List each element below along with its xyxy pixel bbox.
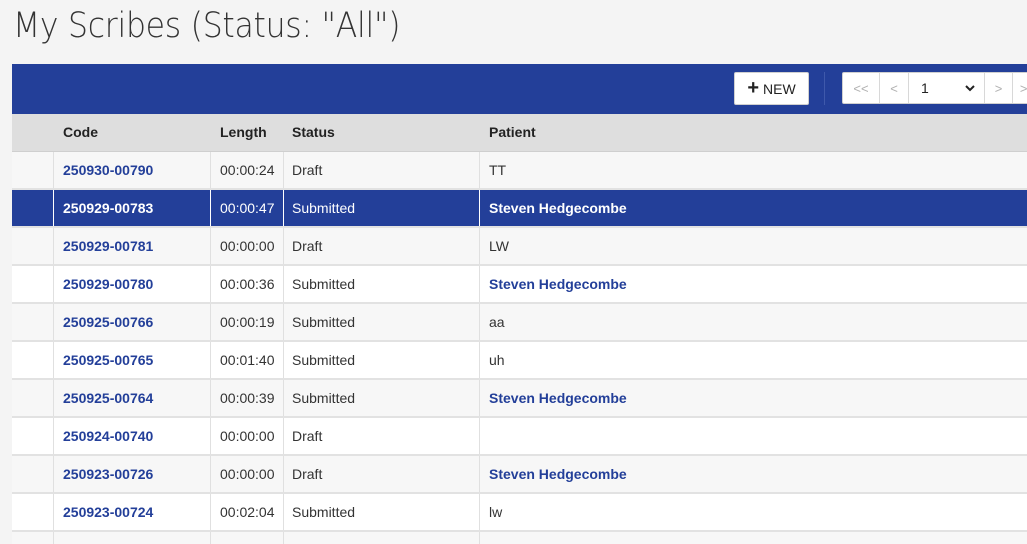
status-cell [284,532,480,544]
page-title: My Scribes (Status: "All") [13,6,401,46]
row-select-cell [12,342,54,378]
first-page-button[interactable]: << [843,73,880,103]
length-cell: 00:00:47 [211,190,284,226]
patient-link[interactable]: Steven Hedgecombe [480,380,1027,416]
row-select-cell [12,228,54,264]
patient-link[interactable]: Steven Hedgecombe [480,456,1027,492]
status-cell: Submitted [284,304,480,340]
last-page-button[interactable]: >> [1013,73,1027,103]
code-link[interactable]: 250925-00766 [54,304,211,340]
code-link[interactable]: 250923-00726 [54,456,211,492]
table-row[interactable]: 250925-00764 00:00:39 Submitted Steven Hedg… [12,380,1027,418]
toolbar-divider [824,72,825,105]
code-link[interactable]: 250923-00724 [54,494,211,530]
length-cell: 00:01:40 [211,342,284,378]
table-row[interactable]: 250923-00724 00:02:04 Submitted lw [12,494,1027,532]
patient-cell [480,418,1027,454]
patient-link[interactable]: Steven Hedgecombe [480,266,1027,302]
column-header-length[interactable]: Length [220,114,267,151]
length-cell: 00:00:24 [211,152,284,188]
table-row[interactable]: 250929-00783 00:00:47 Submitted Steven Hedg… [12,190,1027,228]
row-select-cell [12,418,54,454]
patient-cell: lw [489,504,503,520]
column-header-patient[interactable]: Patient [489,114,536,151]
status-cell: Submitted [284,494,480,530]
length-cell: 00:00:00 [211,418,284,454]
row-select-cell [12,532,54,544]
status-cell: Submitted [284,190,480,226]
length-cell: 00:02:04 [211,494,284,530]
length-cell [211,532,284,544]
scribes-panel: + NEW << < 1 > >> Code Length Status Pat… [12,64,1027,544]
table-row[interactable]: 250925-00766 00:00:19 Submitted aa [12,304,1027,342]
length-cell: 00:00:19 [211,304,284,340]
status-cell: Draft [284,418,480,454]
patient-cell [480,532,1027,544]
status-cell: Draft [284,228,480,264]
row-select-cell [12,456,54,492]
length-cell: 00:00:00 [211,456,284,492]
row-select-cell [12,152,54,188]
page-select[interactable]: 1 [909,73,984,103]
code-link[interactable]: 250929-00781 [54,228,211,264]
code-link[interactable]: 250924-00740 [54,418,211,454]
code-link[interactable]: 250929-00783 [54,190,211,226]
new-button-label: NEW [763,80,796,97]
patient-cell: LW [489,238,509,254]
status-cell: Submitted [284,380,480,416]
column-header-code[interactable]: Code [63,114,98,151]
row-select-cell [12,266,54,302]
pagination: << < 1 > >> [842,72,1027,104]
row-select-cell [12,380,54,416]
table-row[interactable]: 250929-00780 00:00:36 Submitted Steven Hedg… [12,266,1027,304]
length-cell: 00:00:36 [211,266,284,302]
table-row[interactable]: 250925-00765 00:01:40 Submitted uh [12,342,1027,380]
row-select-cell [12,190,54,226]
length-cell: 00:00:39 [211,380,284,416]
patient-cell: aa [489,314,505,330]
length-cell: 00:00:00 [211,228,284,264]
row-select-cell [12,494,54,530]
status-cell: Submitted [284,266,480,302]
patient-cell: uh [489,352,505,368]
toolbar: + NEW << < 1 > >> [12,64,1027,114]
column-header-status[interactable]: Status [292,114,335,151]
table-body: 250930-00790 00:00:24 Draft TT 250929-00783 0… [12,152,1027,544]
status-cell: Draft [284,456,480,492]
page-select-value: 1 [921,80,929,96]
table-row[interactable]: 250923-00726 00:00:00 Draft Steven Hedgecom… [12,456,1027,494]
table-header: Code Length Status Patient [12,114,1027,152]
patient-link[interactable]: Steven Hedgecombe [480,190,1027,226]
new-scribe-button[interactable]: + NEW [734,72,809,105]
table-row[interactable] [12,532,1027,544]
next-page-button[interactable]: > [984,73,1013,103]
code-link[interactable]: 250930-00790 [54,152,211,188]
status-cell: Submitted [284,342,480,378]
code-link[interactable] [54,532,211,544]
code-link[interactable]: 250929-00780 [54,266,211,302]
plus-icon: + [747,76,759,99]
table-row[interactable]: 250930-00790 00:00:24 Draft TT [12,152,1027,190]
patient-cell: TT [489,162,507,178]
code-link[interactable]: 250925-00764 [54,380,211,416]
table-row[interactable]: 250924-00740 00:00:00 Draft [12,418,1027,456]
prev-page-button[interactable]: < [880,73,909,103]
chevron-down-icon [965,85,975,92]
row-select-cell [12,304,54,340]
table-row[interactable]: 250929-00781 00:00:00 Draft LW [12,228,1027,266]
status-cell: Draft [284,152,480,188]
code-link[interactable]: 250925-00765 [54,342,211,378]
